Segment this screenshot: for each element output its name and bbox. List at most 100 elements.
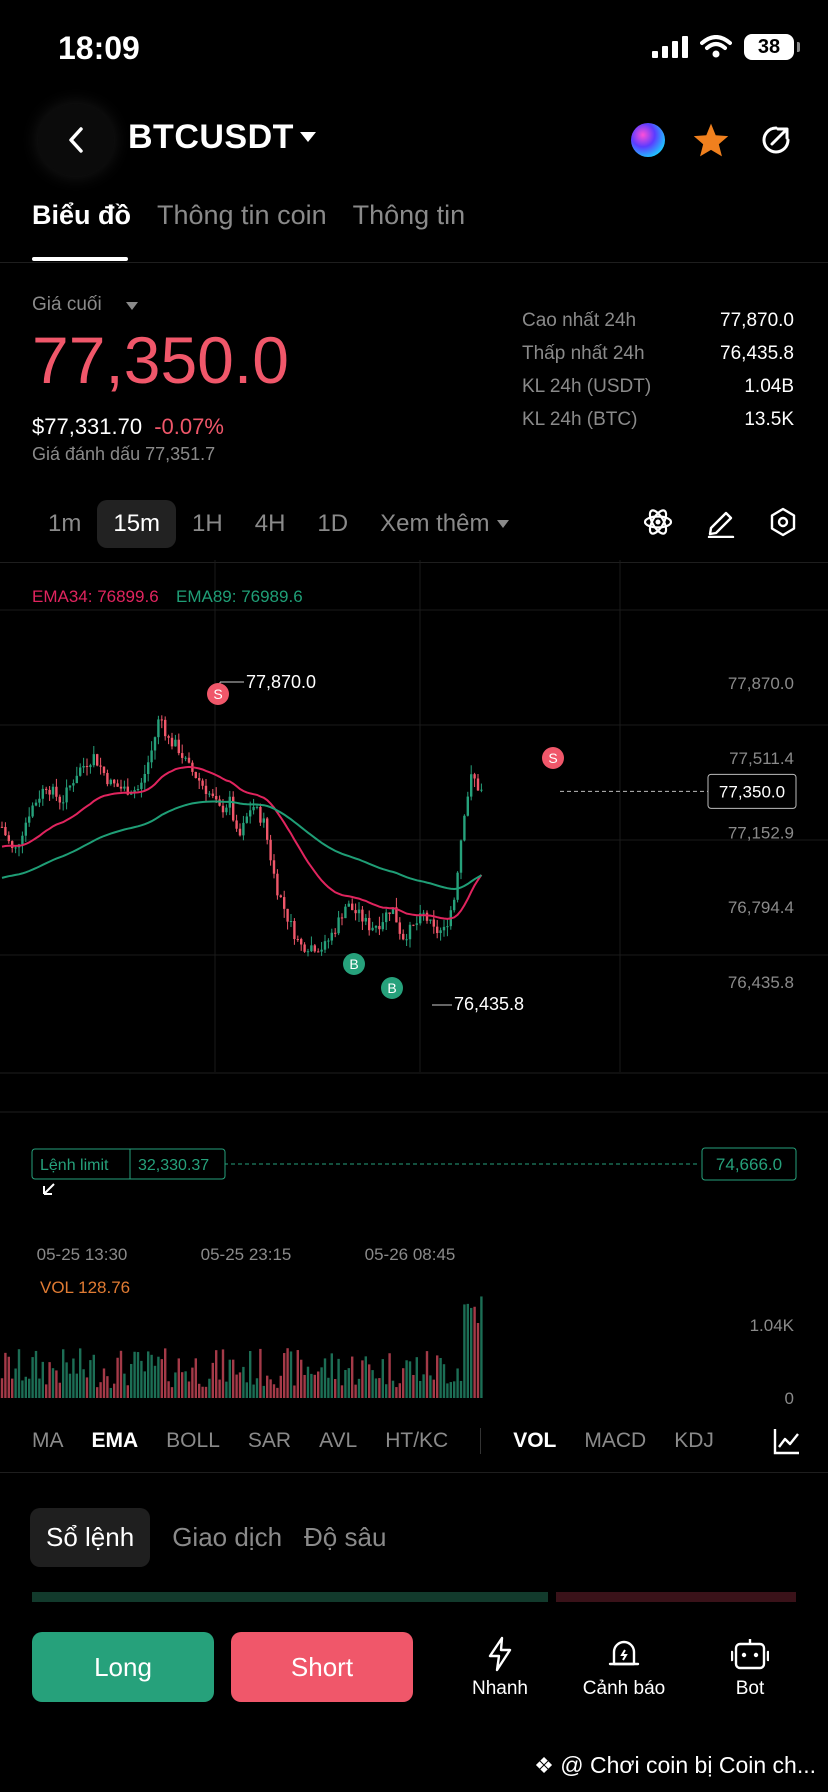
- volume-bar: [459, 1380, 463, 1398]
- tab-info[interactable]: Thông tin: [353, 200, 466, 231]
- indicator-htkc[interactable]: HT/KC: [385, 1429, 448, 1453]
- volume-bar: [412, 1374, 415, 1398]
- x-tick-label: 05-25 23:15: [201, 1245, 292, 1264]
- tab-trades[interactable]: Giao dịch: [172, 1522, 282, 1553]
- candle-body: [289, 920, 293, 922]
- volume-bar: [252, 1384, 255, 1398]
- candle-body: [82, 766, 85, 768]
- volume-bar: [215, 1350, 218, 1398]
- tab-depth[interactable]: Độ sâu: [304, 1522, 386, 1553]
- atom-icon[interactable]: [642, 506, 674, 538]
- share-icon[interactable]: [758, 122, 794, 158]
- candle-body: [79, 767, 82, 776]
- last-price-label[interactable]: Giá cuối: [32, 294, 102, 316]
- bot-action[interactable]: Bot: [700, 1636, 800, 1700]
- y-tick-label: 76,794.4: [728, 898, 794, 917]
- caret-down-icon[interactable]: [300, 132, 316, 142]
- volume-bar: [388, 1353, 391, 1398]
- candle-body: [459, 840, 463, 873]
- ai-orb-icon[interactable]: [628, 120, 668, 160]
- candle-body: [259, 806, 262, 823]
- volume-bar: [449, 1382, 452, 1398]
- timeframe-1h[interactable]: 1H: [176, 500, 239, 548]
- indicator-kdj[interactable]: KDJ: [674, 1429, 714, 1453]
- alert-label: Cảnh báo: [582, 1678, 666, 1699]
- candle-body: [160, 719, 163, 721]
- volume-bar: [21, 1380, 24, 1398]
- star-icon[interactable]: [692, 122, 730, 158]
- long-button[interactable]: Long: [32, 1632, 214, 1702]
- chart-overlay: EMA34: 76899.6 EMA89: 76989.6 77,870.0 77,5…: [31, 587, 797, 1408]
- indicator-sar[interactable]: SAR: [248, 1429, 291, 1453]
- indicator-ema[interactable]: EMA: [92, 1429, 139, 1453]
- volume-bar: [177, 1358, 180, 1398]
- volume-bar: [133, 1351, 136, 1398]
- main-tabs: Biểu đồ Thông tin coin Thông tin: [32, 200, 465, 231]
- indicator-chart-icon[interactable]: [772, 1426, 802, 1456]
- tab-coin-info[interactable]: Thông tin coin: [157, 200, 327, 231]
- y-tick-label: 77,152.9: [728, 824, 794, 843]
- back-button[interactable]: [38, 104, 114, 176]
- volume-bar: [364, 1356, 367, 1398]
- volume-bar: [130, 1363, 133, 1398]
- volume-bar: [24, 1376, 27, 1398]
- quick-action[interactable]: Nhanh: [450, 1636, 550, 1700]
- timeframe-1m[interactable]: 1m: [32, 500, 97, 548]
- volume-bar: [31, 1357, 34, 1398]
- volume-bar: [453, 1381, 456, 1398]
- more-caret-icon[interactable]: [497, 520, 510, 528]
- candle-body: [38, 798, 41, 803]
- volume-bar: [187, 1381, 191, 1398]
- indicator-vol[interactable]: VOL: [513, 1429, 556, 1453]
- candle-body: [181, 753, 184, 758]
- alert-action[interactable]: Cảnh báo: [574, 1636, 674, 1700]
- volume-bar: [184, 1371, 187, 1398]
- candle-body: [249, 810, 252, 817]
- candle-body: [415, 923, 418, 925]
- volume-bar: [320, 1367, 323, 1398]
- candle-body: [116, 783, 119, 787]
- wifi-icon: [700, 35, 732, 58]
- timeframe-more[interactable]: Xem thêm: [364, 500, 505, 548]
- indicator-boll[interactable]: BOLL: [166, 1429, 220, 1453]
- settings-icon[interactable]: [768, 506, 798, 538]
- candle-body: [123, 786, 126, 789]
- pair-selector[interactable]: BTCUSDT: [128, 118, 294, 157]
- tab-chart[interactable]: Biểu đồ: [32, 200, 131, 231]
- divider: [0, 1472, 828, 1473]
- volume-bar: [96, 1387, 99, 1398]
- volume-bar: [422, 1374, 425, 1398]
- candle-body: [99, 765, 102, 767]
- volume-bar: [191, 1367, 194, 1398]
- volume-bar: [368, 1364, 371, 1398]
- indicator-ma[interactable]: MA: [32, 1429, 64, 1453]
- last-price-caret-icon[interactable]: [126, 302, 138, 310]
- indicator-macd[interactable]: MACD: [584, 1429, 646, 1453]
- status-icons: 38: [652, 34, 800, 60]
- candle-body: [371, 927, 374, 931]
- indicator-avl[interactable]: AVL: [319, 1429, 357, 1453]
- timeframe-15m[interactable]: 15m: [97, 500, 177, 548]
- volume-bar: [347, 1368, 350, 1398]
- candle-body: [402, 933, 405, 940]
- volume-bar: [456, 1368, 459, 1398]
- volume-bar: [147, 1351, 150, 1398]
- short-button[interactable]: Short: [231, 1632, 413, 1702]
- timeframe-4h[interactable]: 4H: [239, 500, 302, 548]
- limit-order-value: 32,330.37: [138, 1157, 209, 1174]
- pencil-icon[interactable]: [706, 506, 736, 538]
- volume-bar: [28, 1378, 31, 1398]
- candle-body: [62, 802, 65, 804]
- volume-bar: [330, 1353, 333, 1398]
- price-chart[interactable]: EMA34: 76899.6 EMA89: 76989.6 77,870.0 77,5…: [0, 560, 828, 1420]
- footer-ticker[interactable]: ❖ @ Chơi coin bị Coin ch...: [534, 1752, 816, 1779]
- volume-bar: [140, 1360, 143, 1398]
- timeframe-1d[interactable]: 1D: [301, 500, 364, 548]
- candle-body: [398, 922, 401, 934]
- volume-bar: [432, 1379, 435, 1398]
- tab-orderbook[interactable]: Sổ lệnh: [30, 1508, 151, 1567]
- candle-body: [119, 786, 123, 789]
- volume-bar: [466, 1303, 469, 1398]
- candle-body: [368, 917, 371, 931]
- volume-bar: [283, 1353, 286, 1398]
